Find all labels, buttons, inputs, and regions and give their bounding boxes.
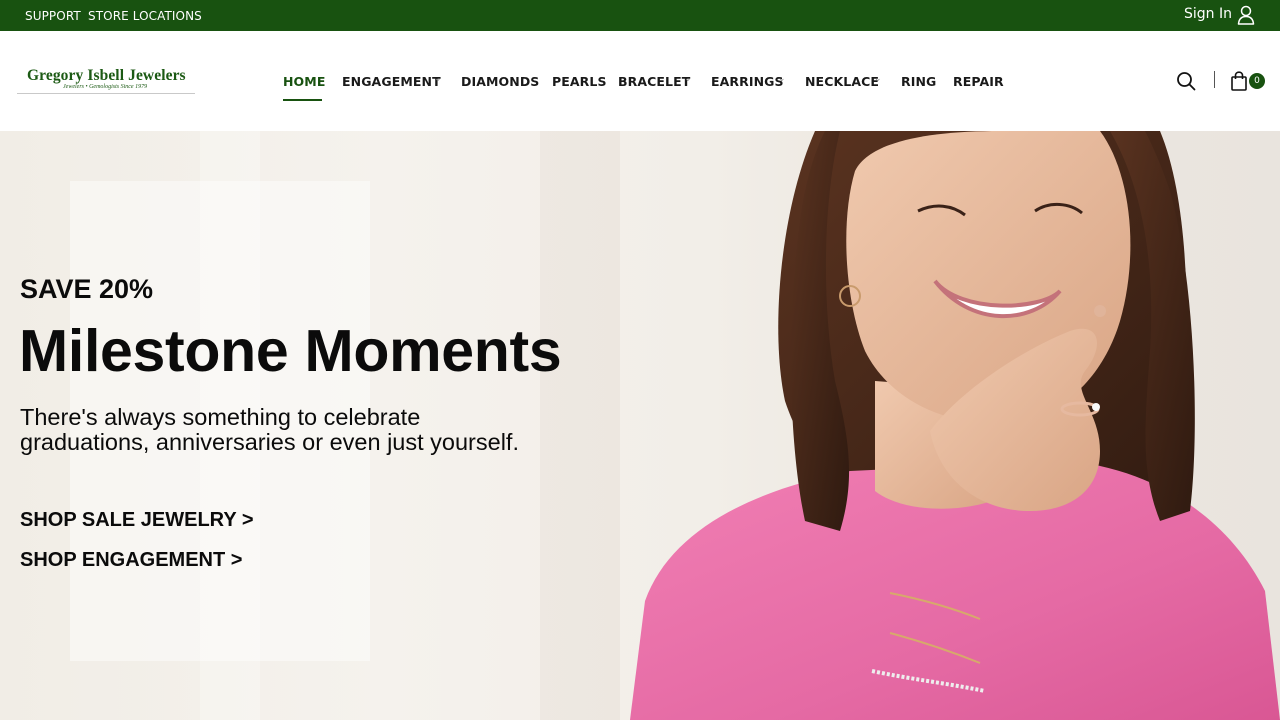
nav-engagement[interactable]: ENGAGEMENT bbox=[342, 74, 441, 89]
nav-repair[interactable]: REPAIR bbox=[953, 74, 1004, 89]
user-icon[interactable] bbox=[1237, 5, 1255, 25]
chevron-down-icon: ⌄ bbox=[434, 74, 442, 84]
nav-home[interactable]: HOME bbox=[283, 74, 325, 89]
header-divider bbox=[1214, 71, 1215, 88]
cart-count-badge[interactable]: 0 bbox=[1249, 73, 1265, 89]
nav-diamonds[interactable]: DIAMONDS bbox=[461, 74, 539, 89]
site-header: Gregory Isbell Jewelers Jewelers • Gemol… bbox=[0, 31, 1280, 131]
hero-subtext-line: There's always something to celebrate bbox=[20, 404, 421, 430]
shop-sale-jewelry-link[interactable]: SHOP SALE JEWELRY > bbox=[20, 509, 254, 532]
chevron-down-icon: ⌄ bbox=[874, 74, 882, 84]
logo-rule bbox=[17, 93, 195, 94]
nav-earrings[interactable]: EARRINGS bbox=[711, 74, 784, 89]
hero-subtext: There's always something to celebrate gr… bbox=[20, 405, 580, 455]
nav-active-underline bbox=[283, 99, 322, 101]
top-utility-bar: SUPPORT STORE LOCATIONS Sign In bbox=[0, 0, 1280, 31]
hero-headline: Milestone Moments bbox=[19, 318, 562, 384]
store-locations-link[interactable]: STORE LOCATIONS bbox=[88, 9, 202, 23]
hero-model-photo bbox=[630, 131, 1280, 720]
shop-engagement-link[interactable]: SHOP ENGAGEMENT > bbox=[20, 549, 242, 572]
shopping-bag-icon[interactable] bbox=[1230, 71, 1248, 91]
sale-eyebrow: SAVE 20% bbox=[20, 274, 154, 304]
nav-bracelet[interactable]: BRACELET bbox=[618, 74, 690, 89]
brand-logo[interactable]: Gregory Isbell Jewelers Jewelers • Gemol… bbox=[17, 65, 195, 95]
nav-pearls[interactable]: PEARLS bbox=[552, 74, 607, 89]
hero-banner: SAVE 20% Milestone Moments There's alway… bbox=[0, 131, 1280, 720]
support-link[interactable]: SUPPORT bbox=[25, 9, 81, 23]
nav-necklace[interactable]: NECKLACE bbox=[805, 74, 879, 89]
nav-ring[interactable]: RING bbox=[901, 74, 936, 89]
chevron-down-icon: ⌄ bbox=[778, 74, 786, 84]
brand-tagline: Jewelers • Gemologists Since 1979 bbox=[63, 84, 148, 90]
chevron-down-icon: ⌄ bbox=[684, 74, 692, 84]
sign-in-link[interactable]: Sign In bbox=[1184, 6, 1232, 22]
brand-name: Gregory Isbell Jewelers bbox=[27, 67, 186, 84]
hero-subtext-line: graduations, anniversaries or even just … bbox=[20, 429, 519, 455]
search-icon[interactable] bbox=[1176, 71, 1196, 91]
